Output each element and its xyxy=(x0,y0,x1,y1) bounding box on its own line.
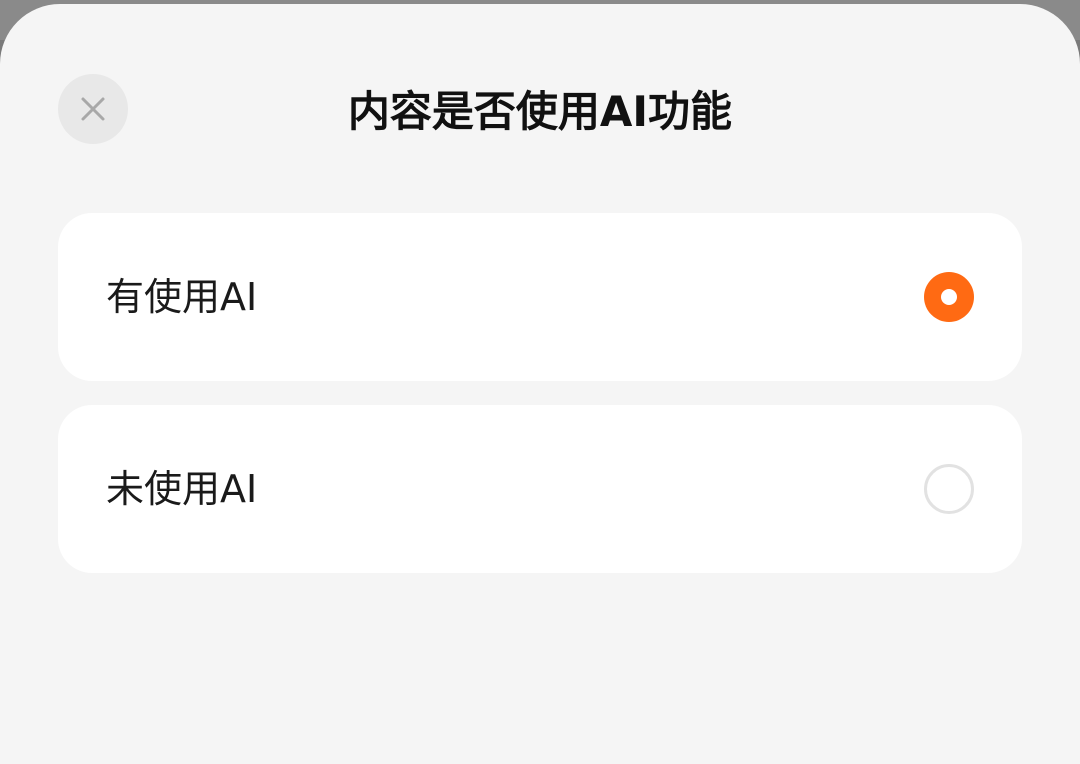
option-label: 未使用AI xyxy=(106,467,258,511)
option-not-used-ai[interactable]: 未使用AI xyxy=(58,405,1022,573)
option-used-ai[interactable]: 有使用AI xyxy=(58,213,1022,381)
bottom-sheet-dialog: 内容是否使用AI功能 有使用AI 未使用AI xyxy=(0,4,1080,764)
radio-unselected[interactable] xyxy=(924,464,974,514)
dialog-title: 内容是否使用AI功能 xyxy=(347,87,733,136)
radio-selected[interactable] xyxy=(924,272,974,322)
option-label: 有使用AI xyxy=(106,275,258,319)
